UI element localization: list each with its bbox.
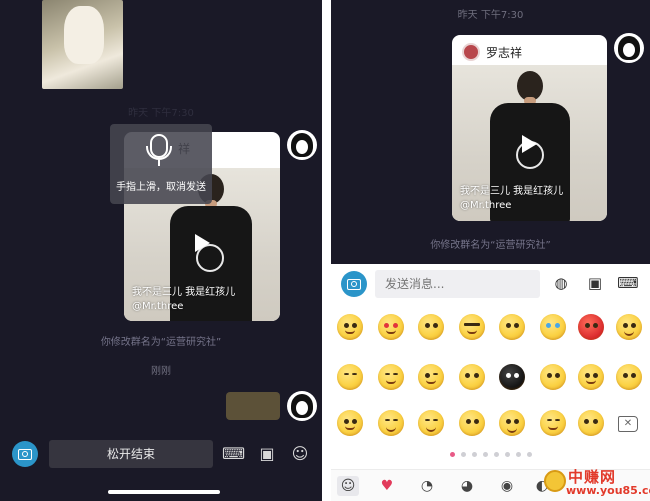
tab-favorites[interactable]: ♥ — [376, 476, 398, 496]
page-dot[interactable] — [493, 452, 499, 457]
bandage-emoji-icon[interactable] — [540, 364, 566, 390]
facepalm-emoji-icon[interactable] — [459, 410, 485, 436]
backspace-icon[interactable]: ✕ — [618, 416, 638, 432]
video-card[interactable]: 罗志祥 我不是三儿 我是红孩儿 @Mr.three — [452, 35, 607, 221]
microphone-stem — [158, 160, 160, 166]
tab-sticker-pack-1[interactable]: ◔ — [416, 476, 438, 496]
avatar-face — [623, 43, 635, 57]
avatar[interactable] — [287, 130, 317, 160]
camera-lens — [22, 451, 28, 457]
page-dot[interactable] — [460, 452, 466, 457]
big-grin-emoji-icon[interactable] — [499, 410, 525, 436]
voice-icon[interactable]: ◍ — [550, 272, 572, 294]
relieved-emoji-icon[interactable] — [378, 364, 404, 390]
watermark: 中赚网 www.you85.com — [540, 468, 650, 500]
camera-button[interactable] — [12, 441, 38, 467]
chat-pane-left: 昨天 下午7:30 祥 我不是三儿 我是红孩儿 @Mr.three — [0, 0, 322, 501]
thumbnail-figure — [64, 6, 104, 64]
grin-emoji-icon[interactable] — [616, 314, 642, 340]
voice-recording-overlay: 手指上滑，取消发送 — [110, 124, 212, 204]
surprised-emoji-icon[interactable] — [418, 314, 444, 340]
chat-pane-right: 昨天 下午7:30 罗志祥 我不是三儿 我是红孩儿 @Mr.three 你修改群… — [331, 0, 650, 501]
page-dot[interactable] — [471, 452, 477, 457]
camera-button[interactable] — [341, 271, 367, 297]
dizzy-emoji-icon[interactable] — [459, 364, 485, 390]
tab-emoji[interactable]: ☺ — [337, 476, 359, 496]
nervous-emoji-icon[interactable] — [578, 410, 604, 436]
salute-emoji-icon[interactable] — [337, 410, 363, 436]
watermark-url: www.you85.com — [566, 484, 650, 497]
camera-lens — [351, 281, 357, 287]
cool-emoji-icon[interactable] — [459, 314, 485, 340]
crying-emoji-icon[interactable] — [540, 314, 566, 340]
page-dot[interactable] — [482, 452, 488, 457]
screenshot-root: 昨天 下午7:30 祥 我不是三儿 我是红孩儿 @Mr.three — [0, 0, 650, 501]
video-caption-handle: @Mr.three — [132, 301, 184, 312]
emoji-page-indicator — [331, 452, 650, 457]
avatar[interactable] — [287, 391, 317, 421]
smile-emoji-icon[interactable] — [337, 314, 363, 340]
page-dot[interactable] — [515, 452, 521, 457]
laugh-emoji-icon[interactable] — [378, 410, 404, 436]
watermark-logo — [544, 470, 566, 492]
emoji-icon[interactable]: ☺ — [289, 443, 311, 465]
video-caption-handle: @Mr.three — [460, 200, 512, 211]
timestamp: 昨天 下午7:30 — [457, 10, 524, 21]
image-thumbnail[interactable] — [42, 0, 123, 89]
page-dot[interactable] — [504, 452, 510, 457]
smirk-emoji-icon[interactable] — [578, 364, 604, 390]
video-caption: 我不是三儿 我是红孩儿 — [132, 287, 236, 298]
avatar-face — [296, 140, 308, 154]
keyboard-icon[interactable]: ⌨ — [222, 443, 245, 465]
play-icon[interactable] — [522, 135, 537, 153]
tears-of-joy-emoji-icon[interactable] — [418, 410, 444, 436]
video-preview[interactable]: 我不是三儿 我是红孩儿 @Mr.three — [452, 65, 607, 221]
heart-eyes-emoji-icon[interactable] — [378, 314, 404, 340]
angry-emoji-icon[interactable] — [578, 314, 604, 340]
image-icon[interactable]: ▣ — [584, 272, 606, 294]
sender-name: 罗志祥 — [486, 45, 523, 60]
page-dot[interactable] — [526, 452, 532, 457]
wink-emoji-icon[interactable] — [418, 364, 444, 390]
timestamp-just-now: 刚刚 — [151, 366, 171, 377]
confused-emoji-icon[interactable] — [499, 314, 525, 340]
tab-sticker-pack-3[interactable]: ◉ — [496, 476, 518, 496]
card-sender: 罗志祥 — [462, 43, 522, 61]
image-icon[interactable]: ▣ — [256, 443, 278, 465]
timestamp: 昨天 下午7:30 — [128, 108, 194, 119]
tab-sticker-pack-2[interactable]: ◕ — [456, 476, 478, 496]
release-to-end-button[interactable]: 松开结束 — [49, 440, 213, 468]
black-face-emoji-icon[interactable] — [499, 364, 525, 390]
video-caption: 我不是三儿 我是红孩儿 — [460, 186, 564, 197]
system-message: 你修改群名为“运营研究社” — [430, 240, 551, 251]
sender-avatar — [462, 43, 480, 61]
avatar[interactable] — [614, 33, 644, 63]
system-message: 你修改群名为“运营研究社” — [100, 337, 222, 348]
keyboard-icon[interactable]: ⌨ — [617, 272, 639, 294]
play-icon[interactable] — [195, 234, 210, 252]
home-indicator[interactable] — [108, 490, 220, 494]
page-dot[interactable] — [449, 452, 455, 457]
message-input[interactable] — [375, 270, 540, 298]
avatar-face — [296, 401, 308, 415]
microphone-arc — [146, 146, 172, 160]
happy-emoji-icon[interactable] — [540, 410, 566, 436]
sticker-emoji-icon[interactable] — [616, 364, 642, 390]
sleepy-emoji-icon[interactable] — [337, 364, 363, 390]
voice-message-bubble[interactable] — [226, 392, 280, 420]
voice-hint: 手指上滑，取消发送 — [116, 182, 206, 193]
